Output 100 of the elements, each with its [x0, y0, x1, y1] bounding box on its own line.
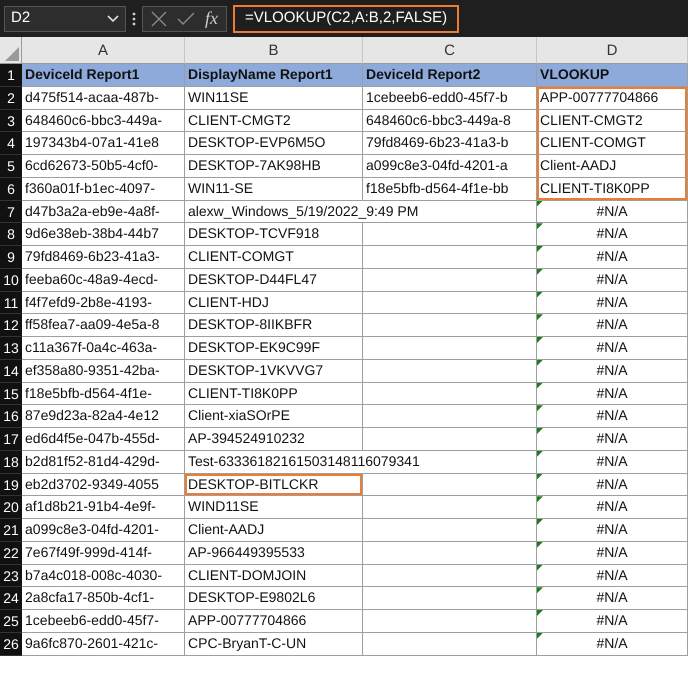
- formula-field[interactable]: =VLOOKUP(C2,A:B,2,FALSE): [233, 4, 460, 32]
- row-header[interactable]: 3: [0, 110, 22, 132]
- table-cell: #N/A: [537, 200, 688, 224]
- error-indicator-icon[interactable]: [537, 314, 543, 320]
- row-header[interactable]: 22: [0, 542, 22, 564]
- row-header[interactable]: 6: [0, 178, 22, 200]
- table-cell: af1d8b21-91b4-4e9f-: [22, 496, 185, 519]
- row-header[interactable]: 23: [0, 564, 22, 588]
- table-cell: DESKTOP-TCVF918: [185, 223, 363, 246]
- error-indicator-icon[interactable]: [537, 587, 543, 594]
- row-header[interactable]: 10: [0, 268, 22, 292]
- table-cell: APP-00777704866: [537, 86, 688, 110]
- row-header[interactable]: 20: [0, 496, 22, 519]
- row-header[interactable]: 24: [0, 587, 22, 610]
- row-header[interactable]: 9: [0, 246, 22, 269]
- table-cell: #N/A: [537, 360, 688, 382]
- table-cell: CLIENT-CMGT2: [185, 110, 363, 132]
- table-cell: 7e67f49f-999d-414f-: [22, 542, 185, 564]
- table-cell: CLIENT-COMGT: [185, 246, 363, 269]
- check-icon[interactable]: [177, 12, 195, 26]
- table-cell: WIN11SE: [185, 86, 363, 110]
- cancel-icon[interactable]: [151, 10, 167, 26]
- row-header[interactable]: 13: [0, 337, 22, 360]
- table-cell: 1cebeeb6-edd0-45f7-b: [363, 86, 537, 110]
- error-indicator-icon[interactable]: [537, 428, 543, 434]
- table-cell: ef358a80-9351-42ba-: [22, 360, 185, 382]
- row-header[interactable]: 8: [0, 223, 22, 246]
- table-cell: a099c8e3-04fd-4201-a: [363, 155, 537, 178]
- column-header[interactable]: D: [537, 37, 688, 64]
- table-cell: DESKTOP-EVP6M5O: [185, 132, 363, 155]
- header-cell: DeviceId Report2: [363, 64, 537, 87]
- table-cell: CLIENT-DOMJOIN: [185, 564, 363, 588]
- table-cell: #N/A: [537, 450, 688, 474]
- table-cell: DESKTOP-E9802L6: [185, 587, 363, 610]
- row-header[interactable]: 12: [0, 314, 22, 337]
- table-cell: DESKTOP-7AK98HB: [185, 155, 363, 178]
- table-cell: 648460c6-bbc3-449a-: [22, 110, 185, 132]
- table-cell: AP-966449395533: [185, 542, 363, 564]
- table-cell: 1cebeeb6-edd0-45f7-: [22, 610, 185, 633]
- table-cell: 648460c6-bbc3-449a-8: [363, 110, 537, 132]
- table-cell: a099c8e3-04fd-4201-: [22, 519, 185, 542]
- row-header[interactable]: 14: [0, 360, 22, 382]
- column-header[interactable]: C: [363, 37, 537, 64]
- column-header[interactable]: B: [185, 37, 363, 64]
- more-options-icon[interactable]: [132, 10, 136, 26]
- error-indicator-icon[interactable]: [537, 610, 543, 616]
- error-indicator-icon[interactable]: [537, 519, 543, 525]
- table-cell: Client-xiaSOrPE: [185, 405, 363, 428]
- table-cell: d475f514-acaa-487b-: [22, 86, 185, 110]
- table-cell: #N/A: [537, 405, 688, 428]
- dropdown-caret-icon[interactable]: [107, 14, 119, 22]
- name-box[interactable]: D2: [4, 6, 126, 32]
- row-header[interactable]: 19: [0, 474, 22, 496]
- table-cell: 79fd8469-6b23-41a3-b: [363, 132, 537, 155]
- row-header[interactable]: 25: [0, 610, 22, 633]
- column-header[interactable]: A: [22, 37, 185, 64]
- function-button[interactable]: fx: [205, 5, 218, 32]
- table-cell: DESKTOP-8IIKBFR: [185, 314, 363, 337]
- table-cell: AP-394524910232: [185, 428, 363, 451]
- row-header[interactable]: 26: [0, 632, 22, 656]
- table-cell: #N/A: [537, 564, 688, 588]
- table-cell: ff58fea7-aa09-4e5a-8: [22, 314, 185, 337]
- row-header[interactable]: 21: [0, 519, 22, 542]
- table-cell: #N/A: [537, 542, 688, 564]
- row-header[interactable]: 1: [0, 64, 22, 87]
- table-cell: CLIENT-TI8K0PP: [537, 178, 688, 200]
- row-header[interactable]: 5: [0, 155, 22, 178]
- table-cell: b7a4c018-008c-4030-: [22, 564, 185, 588]
- row-header[interactable]: 7: [0, 200, 22, 224]
- table-cell: eb2d3702-9349-4055: [22, 474, 185, 496]
- table-cell: CPC-BryanT-C-UN: [185, 632, 363, 656]
- table-cell: Client-AADJ: [185, 519, 363, 542]
- table-cell: 6cd62673-50b5-4cf0-: [22, 155, 185, 178]
- table-cell: #N/A: [537, 292, 688, 314]
- table-cell: #N/A: [537, 519, 688, 542]
- header-cell: DeviceId Report1: [22, 64, 185, 87]
- table-cell: 9d6e38eb-38b4-44b7: [22, 223, 185, 246]
- row-header[interactable]: 16: [0, 405, 22, 428]
- table-cell: #N/A: [537, 496, 688, 519]
- row-header[interactable]: 2: [0, 86, 22, 110]
- table-cell: f360a01f-b1ec-4097-: [22, 178, 185, 200]
- table-cell: #N/A: [537, 382, 688, 406]
- error-indicator-icon[interactable]: [537, 405, 543, 412]
- table-cell: d47b3a2a-eb9e-4a8f-: [22, 200, 185, 224]
- table-cell: #N/A: [537, 610, 688, 633]
- error-indicator-icon[interactable]: [537, 223, 543, 230]
- table-cell: DESKTOP-1VKVVG7: [185, 360, 363, 382]
- error-indicator-icon[interactable]: [537, 246, 543, 252]
- table-cell: 197343b4-07a1-41e8: [22, 132, 185, 155]
- row-header[interactable]: 4: [0, 132, 22, 155]
- row-header[interactable]: 15: [0, 382, 22, 406]
- table-cell: Client-AADJ: [537, 155, 688, 178]
- row-header[interactable]: 11: [0, 292, 22, 314]
- row-header[interactable]: 18: [0, 450, 22, 474]
- table-cell: #N/A: [537, 474, 688, 496]
- error-indicator-icon[interactable]: [537, 496, 543, 502]
- row-header[interactable]: 17: [0, 428, 22, 451]
- error-indicator-icon[interactable]: [537, 337, 543, 343]
- table-cell: #N/A: [537, 223, 688, 246]
- table-cell: WIND11SE: [185, 496, 363, 519]
